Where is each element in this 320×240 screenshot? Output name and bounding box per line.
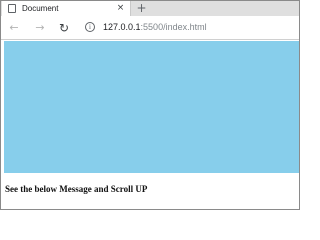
back-arrow-icon[interactable]: ← <box>7 21 21 35</box>
page-message: See the below Message and Scroll UP <box>5 184 148 194</box>
tab-document[interactable]: Document × <box>2 1 131 16</box>
tab-title: Document <box>22 4 59 13</box>
browser-window: Document × + ← → ↻ i 127.0.0.1:5500/inde… <box>0 0 300 210</box>
browser-toolbar: ← → ↻ i 127.0.0.1:5500/index.html <box>1 16 299 40</box>
document-icon <box>8 4 16 13</box>
url-host: 127.0.0.1 <box>103 22 141 32</box>
close-icon[interactable]: × <box>115 3 126 14</box>
forward-arrow-icon[interactable]: → <box>33 21 47 35</box>
tab-strip: Document × + <box>1 1 299 16</box>
info-icon[interactable]: i <box>85 22 95 32</box>
reload-icon[interactable]: ↻ <box>57 21 71 35</box>
address-bar[interactable]: 127.0.0.1:5500/index.html <box>103 21 207 34</box>
blue-block <box>4 41 299 173</box>
url-path: :5500/index.html <box>140 22 207 32</box>
new-tab-button[interactable]: + <box>135 2 148 15</box>
page-viewport[interactable]: See the below Message and Scroll UP <box>1 40 299 209</box>
